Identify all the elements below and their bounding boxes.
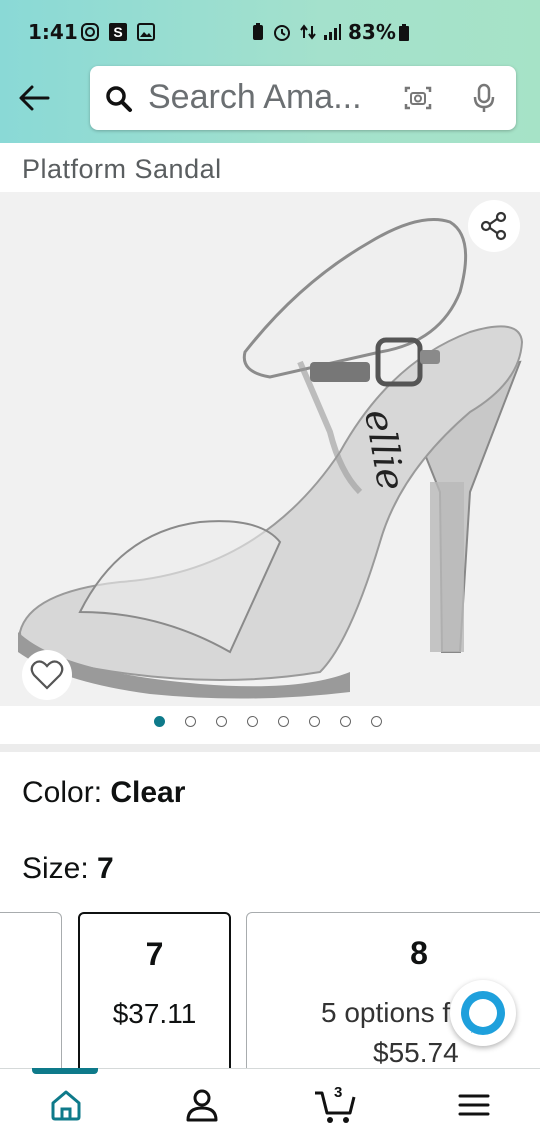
carousel-dot[interactable]: [371, 716, 382, 727]
search-input[interactable]: Search Ama...: [148, 78, 362, 117]
nav-menu[interactable]: [452, 1083, 496, 1127]
size-option-card-partial[interactable]: [0, 912, 62, 1082]
carousel-dot[interactable]: [216, 716, 227, 727]
product-title: Platform Sandal: [22, 154, 222, 184]
carousel-dot[interactable]: [278, 716, 289, 727]
carousel-dot[interactable]: [185, 716, 196, 727]
color-selection: Color: Clear: [22, 776, 185, 810]
signal-icon: [324, 24, 341, 40]
back-button[interactable]: [12, 78, 56, 118]
carousel-dot[interactable]: [154, 716, 165, 727]
wishlist-button[interactable]: [22, 650, 72, 700]
back-arrow-icon: [19, 85, 50, 111]
microphone-icon[interactable]: [470, 82, 498, 114]
color-value: Clear: [110, 776, 186, 809]
account-icon: [186, 1089, 218, 1122]
cart-count-badge: 3: [334, 1084, 343, 1101]
bottom-navigation: [0, 1068, 540, 1141]
search-bar[interactable]: Search Ama...: [90, 66, 516, 130]
color-label: Color:: [22, 776, 103, 809]
nav-active-indicator: [32, 1068, 98, 1074]
carousel-dot[interactable]: [247, 716, 258, 727]
section-divider: [0, 744, 540, 752]
battery-saver-icon: [253, 23, 263, 40]
size-option-size: 8: [410, 935, 428, 971]
size-option-card[interactable]: 7 $37.11: [78, 912, 231, 1082]
camera-search-icon[interactable]: [402, 83, 434, 113]
menu-icon: [458, 1094, 490, 1116]
instagram-icon: [81, 23, 99, 41]
size-option-size: 7: [145, 936, 164, 972]
app-header: 1:41 S 83% Search Ama...: [0, 0, 540, 143]
alarm-icon: [274, 25, 290, 41]
size-label: Size:: [22, 852, 89, 885]
carousel-dot[interactable]: [309, 716, 320, 727]
gallery-icon: [137, 23, 155, 41]
carousel-dot[interactable]: [340, 716, 351, 727]
heart-icon: [30, 660, 64, 690]
share-button[interactable]: [468, 200, 520, 252]
battery-percentage: 83%: [348, 20, 396, 44]
size-option-price: $55.74: [373, 1037, 459, 1068]
wifi-calling-icon: [300, 24, 316, 40]
alexa-icon: [461, 991, 505, 1035]
nav-home[interactable]: [44, 1083, 88, 1127]
alexa-button[interactable]: [450, 980, 516, 1046]
battery-icon: [399, 24, 409, 41]
size-value: 7: [97, 852, 114, 885]
size-selection: Size: 7: [22, 852, 114, 886]
home-icon: [51, 1090, 81, 1121]
search-icon: [106, 86, 132, 112]
svg-text:S: S: [113, 24, 122, 40]
size-option-price: $37.11: [112, 998, 197, 1029]
share-icon: [480, 211, 507, 241]
nav-account[interactable]: [180, 1083, 224, 1127]
status-bar: 1:41 S 83%: [0, 0, 540, 64]
status-time: 1:41: [28, 20, 78, 44]
product-image[interactable]: ellie: [0, 192, 540, 706]
clear-sandal-image: ellie: [18, 218, 524, 699]
s-app-icon: S: [109, 23, 127, 41]
